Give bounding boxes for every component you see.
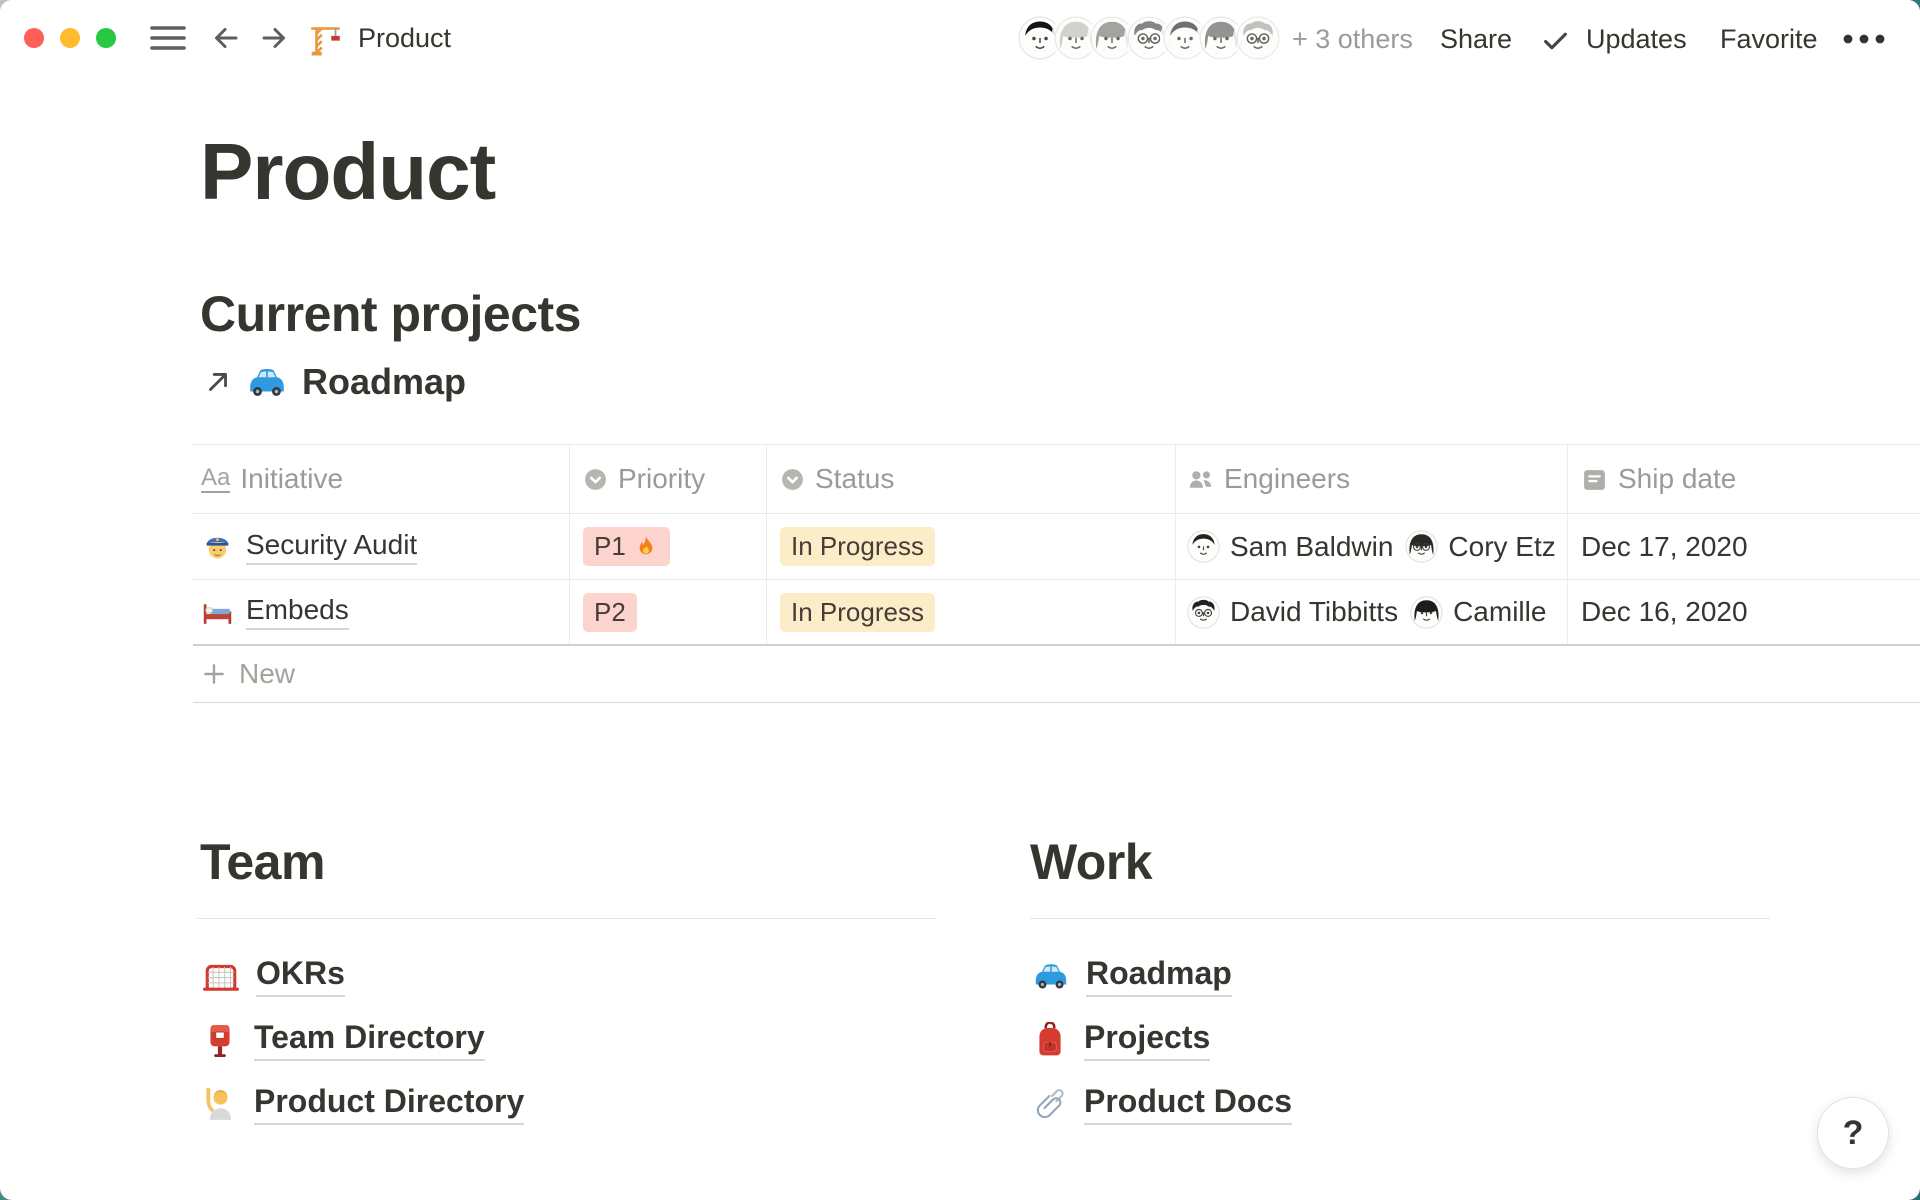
link-roadmap[interactable]: Roadmap — [1032, 944, 1292, 1008]
more-options-button[interactable] — [1843, 34, 1887, 44]
forward-button[interactable] — [260, 24, 288, 52]
engineer: Camille — [1410, 596, 1546, 629]
link-product-docs[interactable]: Product Docs — [1032, 1072, 1292, 1136]
favorite-button[interactable]: Favorite — [1720, 24, 1818, 54]
work-heading[interactable]: Work — [1030, 834, 1152, 890]
avatar — [1405, 530, 1438, 563]
ship-date-cell[interactable]: Dec 16, 2020 — [1581, 580, 1911, 644]
priority-badge: P2 — [583, 593, 637, 632]
table-header-row: Aa Initiative Priority Status Engineers — [193, 445, 1920, 514]
engineer: David Tibbitts — [1187, 596, 1398, 629]
column-divider — [1175, 445, 1176, 644]
more-options-icon — [1843, 34, 1887, 44]
status-badge: In Progress — [780, 527, 935, 566]
notion-window: Product + 3 others Share Updates Favorit… — [0, 0, 1920, 1200]
initiative-page-link[interactable]: Security Audit — [246, 529, 417, 565]
initiative-page-link[interactable]: Embeds — [246, 594, 349, 630]
minimize-window-button[interactable] — [60, 28, 80, 48]
column-header-initiative[interactable]: Aa Initiative — [201, 445, 557, 513]
forward-arrow-icon — [260, 24, 288, 52]
table-new-row[interactable]: New — [193, 646, 1920, 703]
initiative-cell[interactable]: Embeds — [201, 580, 557, 644]
back-arrow-icon — [212, 24, 240, 52]
avatar — [1410, 596, 1443, 629]
table-row[interactable]: Security Audit P1 In Progress Sam Baldwi… — [193, 514, 1920, 580]
sidebar-menu-button[interactable] — [150, 24, 186, 52]
link-team-directory[interactable]: Team Directory — [202, 1008, 524, 1072]
status-cell[interactable]: In Progress — [780, 514, 1160, 579]
hamburger-icon — [150, 24, 186, 52]
person-raising-hand-icon — [202, 1086, 238, 1122]
avatar — [1187, 530, 1220, 563]
engineer: Sam Baldwin — [1187, 530, 1393, 563]
priority-cell[interactable]: P2 — [583, 580, 755, 644]
help-label: ? — [1843, 1114, 1864, 1153]
construction-crane-icon — [308, 20, 344, 56]
breadcrumb[interactable]: Product — [308, 20, 451, 56]
engineers-cell[interactable]: Sam Baldwin Cory Etz — [1187, 514, 1557, 579]
avatar[interactable] — [1236, 16, 1280, 60]
current-projects-heading[interactable]: Current projects — [200, 286, 581, 342]
collaborator-avatars[interactable] — [1018, 16, 1280, 60]
calendar-property-icon — [1581, 466, 1608, 493]
paperclips-icon — [1032, 1086, 1068, 1122]
updates-button[interactable]: Updates — [1586, 24, 1687, 54]
help-button[interactable]: ? — [1817, 1097, 1889, 1169]
top-bar: Product + 3 others Share Updates Favorit… — [0, 0, 1920, 76]
goal-net-icon — [202, 957, 240, 995]
title-property-icon: Aa — [201, 466, 230, 493]
share-button[interactable]: Share — [1440, 24, 1512, 54]
status-cell[interactable]: In Progress — [780, 580, 1160, 644]
close-window-button[interactable] — [24, 28, 44, 48]
engineers-cell[interactable]: David Tibbitts Camille — [1187, 580, 1557, 644]
plus-icon — [201, 661, 227, 687]
column-divider — [1567, 445, 1568, 644]
blue-car-icon — [246, 361, 288, 403]
roadmap-db-title: Roadmap — [302, 361, 466, 403]
blue-car-icon — [1032, 957, 1070, 995]
avatar — [1187, 596, 1220, 629]
column-divider — [766, 445, 767, 644]
link-product-directory[interactable]: Product Directory — [202, 1072, 524, 1136]
page-title[interactable]: Product — [200, 130, 495, 214]
people-property-icon — [1187, 466, 1214, 493]
police-officer-icon — [201, 530, 234, 563]
back-button[interactable] — [212, 24, 240, 52]
select-property-icon — [583, 467, 608, 492]
column-divider — [569, 445, 570, 644]
breadcrumb-title: Product — [358, 23, 451, 53]
column-header-priority[interactable]: Priority — [583, 445, 755, 513]
backpack-icon — [1032, 1022, 1068, 1058]
zoom-window-button[interactable] — [96, 28, 116, 48]
select-property-icon — [780, 467, 805, 492]
work-links: Roadmap Projects Product Docs — [1032, 944, 1292, 1136]
team-heading[interactable]: Team — [200, 834, 325, 890]
work-divider — [1030, 918, 1770, 919]
engineer: Cory Etz — [1405, 530, 1555, 563]
roadmap-table: Aa Initiative Priority Status Engineers — [193, 444, 1920, 703]
team-divider — [197, 918, 937, 919]
priority-badge: P1 — [583, 527, 670, 566]
column-header-ship-date[interactable]: Ship date — [1581, 445, 1911, 513]
postbox-icon — [202, 1022, 238, 1058]
new-row-label: New — [239, 658, 295, 690]
column-header-engineers[interactable]: Engineers — [1187, 445, 1557, 513]
link-projects[interactable]: Projects — [1032, 1008, 1292, 1072]
bed-icon — [201, 596, 234, 629]
fire-icon — [633, 534, 659, 560]
team-links: OKRs Team Directory Product Directory — [202, 944, 524, 1136]
check-icon — [1542, 27, 1569, 54]
link-okrs[interactable]: OKRs — [202, 944, 524, 1008]
roadmap-linked-db[interactable]: Roadmap — [204, 358, 466, 406]
priority-cell[interactable]: P1 — [583, 514, 755, 579]
column-header-status[interactable]: Status — [780, 445, 1160, 513]
ship-date-cell[interactable]: Dec 17, 2020 — [1581, 514, 1911, 579]
initiative-cell[interactable]: Security Audit — [201, 514, 557, 579]
status-badge: In Progress — [780, 593, 935, 632]
updates-button-icon-wrap[interactable] — [1542, 27, 1569, 54]
table-row[interactable]: Embeds P2 In Progress David Tibbitts Cam… — [193, 580, 1920, 646]
north-east-arrow-icon — [204, 368, 232, 396]
more-collaborators-label[interactable]: + 3 others — [1292, 24, 1413, 54]
